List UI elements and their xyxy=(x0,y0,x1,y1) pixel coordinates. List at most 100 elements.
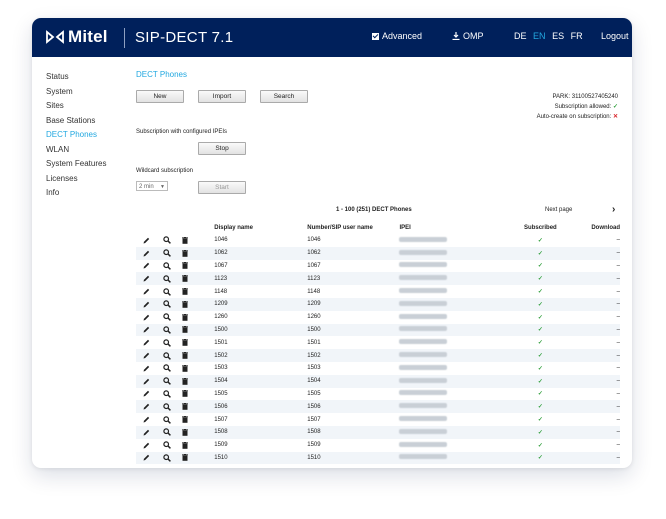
pencil-icon[interactable] xyxy=(136,336,157,349)
cell-number: 1508 xyxy=(307,425,400,439)
magnifier-icon[interactable] xyxy=(157,413,178,426)
check-icon: ✓ xyxy=(505,451,576,465)
magnifier-icon[interactable] xyxy=(157,285,178,298)
pencil-icon[interactable] xyxy=(136,425,157,439)
pencil-icon[interactable] xyxy=(136,451,157,465)
magnifier-icon[interactable] xyxy=(156,272,178,286)
redacted-value xyxy=(399,326,448,332)
trash-icon[interactable] xyxy=(178,439,215,452)
sidebar-item-info[interactable]: Info xyxy=(46,186,106,201)
trash-icon[interactable] xyxy=(178,336,215,349)
col-download[interactable]: Download xyxy=(575,222,620,234)
stop-button[interactable]: Stop xyxy=(198,142,246,155)
sidebar-item-licenses[interactable]: Licenses xyxy=(46,172,106,187)
trash-icon[interactable] xyxy=(177,451,215,465)
pencil-icon[interactable] xyxy=(136,311,157,324)
start-button[interactable]: Start xyxy=(198,181,246,194)
trash-icon[interactable] xyxy=(177,323,215,337)
cell-download: – xyxy=(616,390,620,397)
pencil-icon[interactable] xyxy=(136,388,157,401)
pencil-icon[interactable] xyxy=(136,349,157,362)
trash-icon[interactable] xyxy=(178,260,215,273)
pencil-icon[interactable] xyxy=(136,234,157,247)
magnifier-icon[interactable] xyxy=(156,374,178,388)
new-button[interactable]: New xyxy=(136,90,184,103)
pencil-icon[interactable] xyxy=(136,323,157,337)
cell-ipei-redacted xyxy=(399,451,506,465)
trash-icon[interactable] xyxy=(178,413,215,426)
magnifier-icon[interactable] xyxy=(157,260,178,273)
redacted-value xyxy=(399,428,448,434)
pencil-icon[interactable] xyxy=(136,362,157,375)
magnifier-icon[interactable] xyxy=(157,234,178,247)
cell-display-name: 1501 xyxy=(214,339,228,346)
trash-icon[interactable] xyxy=(177,425,215,439)
magnifier-icon[interactable] xyxy=(157,439,178,452)
sidebar-item-base-stations[interactable]: Base Stations xyxy=(46,114,106,129)
trash-icon[interactable] xyxy=(178,285,215,298)
magnifier-icon[interactable] xyxy=(156,349,178,362)
magnifier-icon[interactable] xyxy=(156,323,178,337)
magnifier-icon[interactable] xyxy=(157,388,178,401)
magnifier-icon[interactable] xyxy=(157,362,178,375)
pencil-icon[interactable] xyxy=(136,272,157,286)
cell-number: 1510 xyxy=(307,451,400,465)
trash-icon[interactable] xyxy=(177,246,215,260)
pencil-icon[interactable] xyxy=(136,246,157,260)
sidebar-item-system[interactable]: System xyxy=(46,85,106,100)
cell-number: 1504 xyxy=(307,374,400,388)
pencil-icon[interactable] xyxy=(136,297,157,311)
check-icon: ✓ xyxy=(505,272,576,286)
cell-number: 1505 xyxy=(307,390,321,397)
import-button[interactable]: Import xyxy=(198,90,246,103)
cell-ipei-redacted xyxy=(399,323,506,337)
magnifier-icon[interactable] xyxy=(156,400,178,414)
col-display-name[interactable]: Display name xyxy=(214,222,308,234)
cell-display-name: 1067 xyxy=(214,262,228,269)
trash-icon[interactable] xyxy=(178,311,215,324)
search-button[interactable]: Search xyxy=(260,90,308,103)
trash-icon[interactable] xyxy=(178,234,215,247)
col-number[interactable]: Number/SIP user name xyxy=(307,222,400,234)
sidebar-item-dect-phones[interactable]: DECT Phones xyxy=(46,128,106,143)
table-row: 1123 1123 ✓ – xyxy=(136,272,620,286)
trash-icon[interactable] xyxy=(178,388,215,401)
cell-display-name: 1500 xyxy=(214,323,308,337)
redacted-value xyxy=(399,339,448,345)
pencil-icon[interactable] xyxy=(136,439,157,452)
sidebar-item-status[interactable]: Status xyxy=(46,70,106,85)
col-ipei[interactable]: IPEI xyxy=(399,222,506,234)
trash-icon[interactable] xyxy=(178,362,215,375)
trash-icon[interactable] xyxy=(177,374,215,388)
check-icon: ✓ xyxy=(505,297,576,311)
magnifier-icon[interactable] xyxy=(156,425,178,439)
magnifier-icon[interactable] xyxy=(156,246,178,260)
wildcard-duration-select[interactable]: 2 min ▼ xyxy=(136,181,168,191)
cell-number: 1148 xyxy=(307,288,321,295)
table-row: 1500 1500 ✓ – xyxy=(136,323,620,337)
sidebar-item-system-features[interactable]: System Features xyxy=(46,157,106,172)
trash-icon[interactable] xyxy=(177,400,215,414)
sidebar-item-sites[interactable]: Sites xyxy=(46,99,106,114)
trash-icon[interactable] xyxy=(177,272,215,286)
trash-icon[interactable] xyxy=(177,297,215,311)
next-page-link[interactable]: Next page xyxy=(545,207,572,213)
table-row: 1504 1504 ✓ – xyxy=(136,374,620,388)
magnifier-icon[interactable] xyxy=(157,336,178,349)
trash-icon[interactable] xyxy=(177,349,215,362)
chevron-right-icon[interactable]: › xyxy=(612,204,615,215)
pencil-icon[interactable] xyxy=(136,285,157,298)
cell-display-name: 1123 xyxy=(214,272,308,286)
cell-display-name: 1509 xyxy=(214,442,228,449)
magnifier-icon[interactable] xyxy=(157,311,178,324)
magnifier-icon[interactable] xyxy=(156,297,178,311)
pencil-icon[interactable] xyxy=(136,413,157,426)
pencil-icon[interactable] xyxy=(136,400,157,414)
cell-ipei-redacted xyxy=(399,311,505,324)
sidebar-item-wlan[interactable]: WLAN xyxy=(46,143,106,158)
pencil-icon[interactable] xyxy=(136,260,157,273)
pagination-summary: 1 - 100 (251) DECT Phones xyxy=(336,207,412,213)
pencil-icon[interactable] xyxy=(136,374,157,388)
col-subscribed[interactable]: Subscribed xyxy=(505,222,576,234)
magnifier-icon[interactable] xyxy=(156,451,178,465)
